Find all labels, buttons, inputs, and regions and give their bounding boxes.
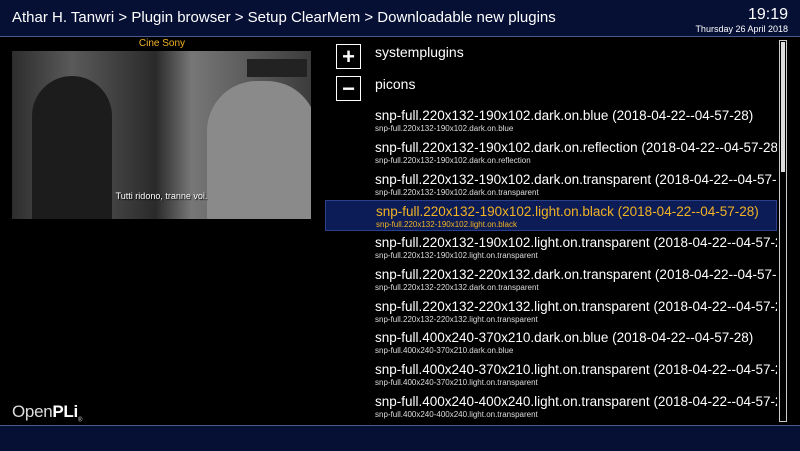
- plus-icon: +: [336, 44, 361, 69]
- plugin-row[interactable]: snp-full.220x132-190x102.dark.on.reflect…: [325, 137, 777, 168]
- plugin-description: snp-full.220x132-190x102.dark.on.reflect…: [375, 156, 531, 165]
- plugin-description: snp-full.220x132-190x102.light.on.transp…: [375, 251, 538, 260]
- scrollbar-thumb[interactable]: [781, 42, 785, 172]
- plugin-description: snp-full.220x132-220x132.dark.on.transpa…: [375, 283, 539, 292]
- breadcrumb: Athar H. Tanwri > Plugin browser > Setup…: [12, 9, 556, 26]
- plugin-title: snp-full.400x240-400x240.light.on.transp…: [375, 394, 777, 409]
- plugin-description: snp-full.220x132-190x102.dark.on.transpa…: [375, 188, 539, 197]
- plugin-row[interactable]: snp-full.220x132-190x102.dark.on.blue (2…: [325, 105, 777, 136]
- plugin-title: snp-full.220x132-190x102.dark.on.reflect…: [375, 140, 777, 155]
- plugin-description: snp-full.220x132-220x132.light.on.transp…: [375, 315, 538, 324]
- plugin-title: snp-full.220x132-220x132.dark.on.transpa…: [375, 267, 777, 282]
- plugin-row[interactable]: snp-full.400x240-400x240.light.on.transp…: [325, 391, 777, 422]
- minus-icon: −: [336, 76, 361, 101]
- plugin-row-selected[interactable]: snp-full.220x132-190x102.light.on.black …: [325, 200, 777, 231]
- plugin-description: snp-full.220x132-190x102.dark.on.blue: [375, 124, 514, 133]
- plugin-title: snp-full.220x132-190x102.light.on.black …: [376, 204, 759, 219]
- header-bar: Athar H. Tanwri > Plugin browser > Setup…: [0, 0, 800, 37]
- openpli-logo: OpenPLi®: [12, 402, 82, 423]
- plugin-title: snp-full.220x132-190x102.light.on.transp…: [375, 235, 777, 250]
- footer-bar: [0, 425, 800, 451]
- logo-text-bold: PLi: [52, 402, 78, 421]
- category-row-systemplugins[interactable]: + systemplugins: [325, 40, 777, 70]
- category-label: systemplugins: [375, 44, 464, 60]
- plugin-description: snp-full.400x240-370x210.light.on.transp…: [375, 378, 538, 387]
- plugin-title: snp-full.400x240-370x210.dark.on.blue (2…: [375, 330, 754, 345]
- channel-name: Cine Sony: [138, 38, 186, 49]
- plugin-title: snp-full.220x132-220x132.light.on.transp…: [375, 299, 777, 314]
- plugin-row[interactable]: snp-full.220x132-220x132.light.on.transp…: [325, 296, 777, 327]
- plugin-title: snp-full.400x240-370x210.light.on.transp…: [375, 362, 777, 377]
- clock: 19:19: [747, 6, 788, 23]
- plugin-row[interactable]: snp-full.400x240-370x210.dark.on.blue (2…: [325, 327, 777, 358]
- category-label: picons: [375, 76, 416, 92]
- category-row-picons[interactable]: − picons: [325, 72, 777, 102]
- video-subtitle: Tutti ridono, tranne voi.: [115, 191, 208, 201]
- plugin-row[interactable]: snp-full.220x132-190x102.dark.on.transpa…: [325, 169, 777, 200]
- plugin-list[interactable]: + systemplugins − picons snp-full.220x13…: [325, 40, 777, 422]
- logo-text: Open: [12, 402, 53, 421]
- video-scene-sign: [247, 59, 307, 77]
- plugin-description: snp-full.400x240-400x240.light.on.transp…: [375, 410, 538, 419]
- plugin-row[interactable]: snp-full.400x240-370x210.light.on.transp…: [325, 359, 777, 390]
- video-preview: Tutti ridono, tranne voi.: [12, 51, 311, 219]
- date: Thursday 26 April 2018: [695, 24, 788, 34]
- plugin-title: snp-full.220x132-190x102.dark.on.transpa…: [375, 172, 777, 187]
- plugin-row[interactable]: snp-full.220x132-190x102.light.on.transp…: [325, 232, 777, 263]
- plugin-description: snp-full.220x132-190x102.light.on.black: [376, 220, 517, 229]
- logo-suffix: ®: [77, 417, 83, 424]
- plugin-title: snp-full.220x132-190x102.dark.on.blue (2…: [375, 108, 754, 123]
- list-scrollbar[interactable]: [779, 40, 787, 422]
- plugin-description: snp-full.400x240-370x210.dark.on.blue: [375, 346, 514, 355]
- plugin-row[interactable]: snp-full.220x132-220x132.dark.on.transpa…: [325, 264, 777, 295]
